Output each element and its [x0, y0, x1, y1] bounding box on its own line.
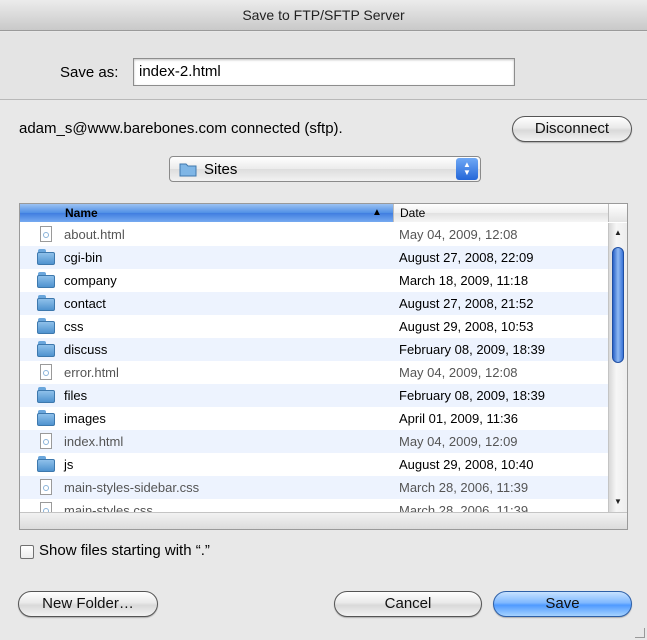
row-name: index.html: [64, 434, 124, 449]
table-row[interactable]: contact August 27, 2008, 21:52: [20, 292, 608, 315]
html-file-icon: [37, 433, 55, 449]
row-name: discuss: [64, 342, 108, 357]
file-browser[interactable]: Name ▲ Date about.html May 04, 2009, 12:0…: [19, 203, 628, 530]
table-row[interactable]: css August 29, 2008, 10:53: [20, 315, 608, 338]
folder-icon: [37, 387, 55, 403]
row-date: March 28, 2006, 11:39: [399, 503, 529, 512]
html-file-icon: [37, 364, 55, 380]
row-date: April 01, 2009, 11:36: [399, 411, 519, 426]
connection-status: adam_s@www.barebones.com connected (sftp…: [19, 120, 343, 137]
window-title: Save to FTP/SFTP Server: [0, 0, 647, 31]
row-name: files: [64, 388, 88, 403]
vertical-scrollbar[interactable]: ▲ ▼: [608, 223, 627, 512]
row-date: August 27, 2008, 21:52: [399, 296, 534, 311]
new-folder-button[interactable]: New Folder…: [18, 591, 158, 617]
column-date-header[interactable]: Date: [393, 204, 608, 222]
row-date: March 28, 2006, 11:39: [399, 480, 529, 495]
row-name: main-styles-sidebar.css: [64, 480, 200, 495]
column-header-row: Name ▲ Date: [20, 204, 627, 222]
folder-icon: [37, 295, 55, 311]
row-date: May 04, 2009, 12:08: [399, 227, 518, 242]
folder-icon: [37, 341, 55, 357]
folder-icon: [37, 272, 55, 288]
row-date: March 18, 2009, 11:18: [399, 273, 529, 288]
location-label: Sites: [204, 161, 238, 178]
scroll-thumb[interactable]: [612, 247, 624, 363]
folder-icon: [37, 318, 55, 334]
row-name: cgi-bin: [64, 250, 103, 265]
sort-ascending-icon: ▲: [372, 207, 382, 218]
row-name: main-styles.css: [64, 503, 153, 512]
row-date: May 04, 2009, 12:09: [399, 434, 518, 449]
table-row[interactable]: about.html May 04, 2009, 12:08: [20, 223, 608, 246]
row-date: February 08, 2009, 18:39: [399, 388, 545, 403]
table-row[interactable]: cgi-bin August 27, 2008, 22:09: [20, 246, 608, 269]
table-row[interactable]: main-styles.css March 28, 2006, 11:39: [20, 499, 608, 512]
save-as-input[interactable]: index-2.html: [133, 58, 515, 86]
row-date: February 08, 2009, 18:39: [399, 342, 545, 357]
scroll-down-icon[interactable]: ▼: [609, 494, 627, 510]
resize-grip-icon[interactable]: [635, 628, 645, 638]
html-file-icon: [37, 226, 55, 242]
table-row[interactable]: error.html May 04, 2009, 12:08: [20, 361, 608, 384]
popup-arrows-icon: ▲ ▼: [456, 158, 478, 180]
table-row[interactable]: index.html May 04, 2009, 12:09: [20, 430, 608, 453]
row-name: about.html: [64, 227, 125, 242]
table-row[interactable]: js August 29, 2008, 10:40: [20, 453, 608, 476]
file-rows: about.html May 04, 2009, 12:08 cgi-bin Aug…: [20, 223, 608, 512]
column-date-label: Date: [400, 206, 426, 220]
row-date: August 29, 2008, 10:40: [399, 457, 534, 472]
row-date: August 27, 2008, 22:09: [399, 250, 534, 265]
table-row[interactable]: company March 18, 2009, 11:18: [20, 269, 608, 292]
folder-icon: [179, 162, 197, 180]
row-name: contact: [64, 296, 106, 311]
table-row[interactable]: main-styles-sidebar.css March 28, 2006, 1…: [20, 476, 608, 499]
row-date: August 29, 2008, 10:53: [399, 319, 534, 334]
column-name-label: Name: [65, 206, 98, 220]
row-date: May 04, 2009, 12:08: [399, 365, 518, 380]
css-file-icon: [37, 502, 55, 512]
show-hidden-checkbox[interactable]: [20, 545, 34, 559]
table-row[interactable]: discuss February 08, 2009, 18:39: [20, 338, 608, 361]
table-row[interactable]: files February 08, 2009, 18:39: [20, 384, 608, 407]
cancel-button[interactable]: Cancel: [334, 591, 482, 617]
location-popup[interactable]: Sites ▲ ▼: [169, 156, 481, 182]
table-row[interactable]: images April 01, 2009, 11:36: [20, 407, 608, 430]
save-as-label: Save as:: [60, 64, 119, 81]
save-button[interactable]: Save: [493, 591, 632, 617]
folder-icon: [37, 249, 55, 265]
row-name: images: [64, 411, 106, 426]
folder-icon: [37, 410, 55, 426]
header-corner: [608, 204, 627, 222]
show-hidden-label: Show files starting with “.”: [39, 542, 210, 559]
column-name-header[interactable]: Name: [20, 204, 393, 222]
row-name: js: [64, 457, 74, 472]
horizontal-scrollbar[interactable]: [20, 512, 627, 529]
row-name: css: [64, 319, 84, 334]
disconnect-button[interactable]: Disconnect: [512, 116, 632, 142]
row-name: company: [64, 273, 117, 288]
css-file-icon: [37, 479, 55, 495]
scroll-up-icon[interactable]: ▲: [609, 225, 627, 241]
row-name: error.html: [64, 365, 119, 380]
folder-icon: [37, 456, 55, 472]
